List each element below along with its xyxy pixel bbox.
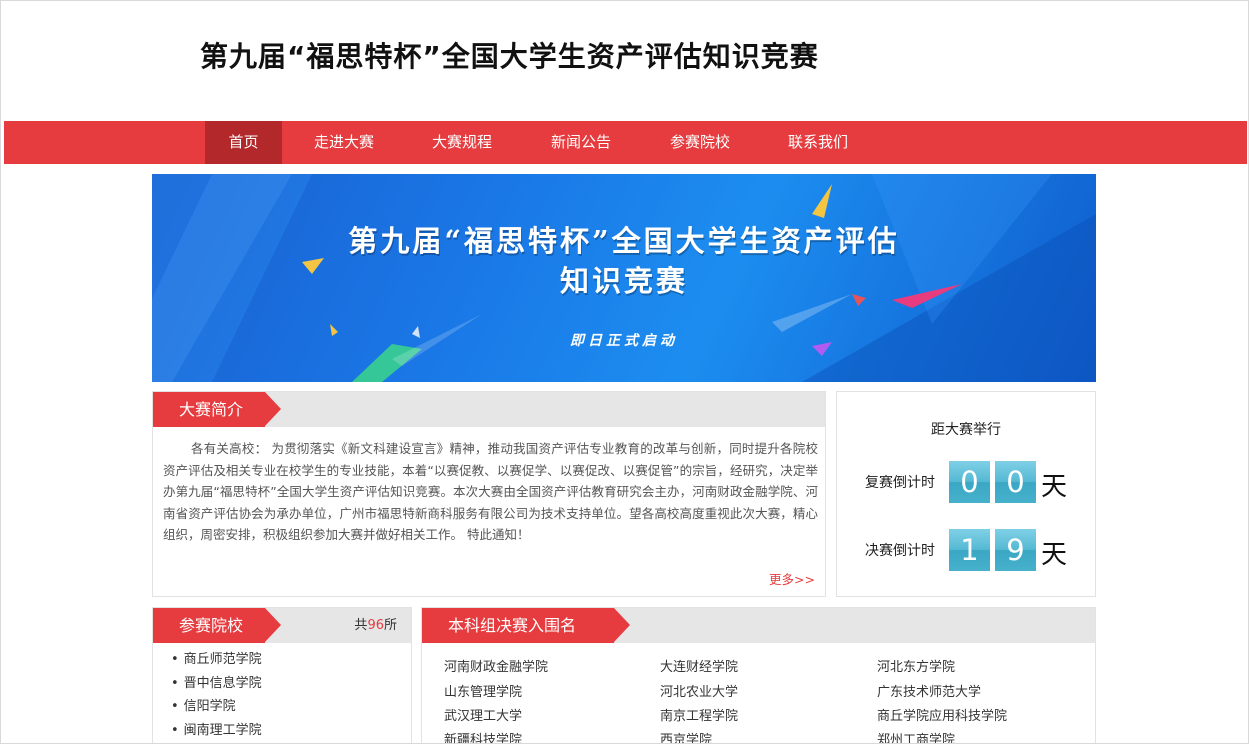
schools-count: 共96所 xyxy=(354,608,397,643)
final-countdown-label: 决赛倒计时 xyxy=(865,543,935,559)
finalist-item[interactable]: 南京工程学院 xyxy=(660,705,738,724)
schools-panel: 参赛院校 共96所 商丘师范学院 晋中信息学院 信阳学院 闽南理工学院 xyxy=(152,607,412,743)
intro-panel: 大赛简介 各有关高校： 为贯彻落实《新文科建设宣言》精神，推动我国资产评估专业教… xyxy=(152,391,826,597)
finalist-item[interactable]: 河北东方学院 xyxy=(877,656,955,675)
schools-panel-header: 参赛院校 共96所 xyxy=(153,608,411,643)
final-digit-ones: 9 xyxy=(995,529,1036,571)
countdown-panel: 距大赛举行 复赛倒计时 0 0 天 决赛倒计时 1 9 天 xyxy=(836,391,1096,597)
finalist-item[interactable]: 郑州工商学院 xyxy=(877,729,955,743)
intro-body: 各有关高校： 为贯彻落实《新文科建设宣言》精神，推动我国资产评估专业教育的改革与… xyxy=(163,441,818,542)
nav-contest-rules[interactable]: 大赛规程 xyxy=(412,121,512,164)
finalist-item[interactable]: 武汉理工大学 xyxy=(444,705,522,724)
schools-count-number: 96 xyxy=(367,618,384,633)
finalist-item[interactable]: 广东技术师范大学 xyxy=(877,681,981,700)
final-digit-tens: 1 xyxy=(949,529,990,571)
banner-title-line1: 第九届“福思特杯”全国大学生资产评估 xyxy=(348,224,900,258)
nav-about-contest[interactable]: 走进大赛 xyxy=(294,121,394,164)
finalists-heading[interactable]: 本科组决赛入围名单 xyxy=(422,608,630,670)
semifinal-unit: 天 xyxy=(1041,472,1068,502)
school-item[interactable]: 晋中信息学院 xyxy=(171,672,262,696)
finalist-item[interactable]: 山东管理学院 xyxy=(444,681,522,700)
finalists-panel: 本科组决赛入围名单 河南财政金融学院 山东管理学院 武汉理工大学 新疆科技学院 … xyxy=(421,607,1096,743)
school-item[interactable]: 闽南理工学院 xyxy=(171,719,262,743)
finalist-item[interactable]: 大连财经学院 xyxy=(660,656,738,675)
school-item[interactable]: 信阳学院 xyxy=(171,695,262,719)
nav-news[interactable]: 新闻公告 xyxy=(531,121,631,164)
more-link[interactable]: 更多>> xyxy=(769,569,815,588)
semifinal-digit-ones: 0 xyxy=(995,461,1036,503)
finalist-item[interactable]: 新疆科技学院 xyxy=(444,729,522,743)
main-nav: 首页 走进大赛 大赛规程 新闻公告 参赛院校 联系我们 xyxy=(4,121,1247,164)
page-frame: 第九届“福思特杯”全国大学生资产评估知识竞赛 首页 走进大赛 大赛规程 新闻公告… xyxy=(0,0,1249,744)
nav-home[interactable]: 首页 xyxy=(205,121,282,164)
schools-count-suffix: 所 xyxy=(383,618,397,633)
school-item[interactable]: 商丘师范学院 xyxy=(171,648,262,672)
schools-heading[interactable]: 参赛院校 xyxy=(153,608,281,643)
school-list: 商丘师范学院 晋中信息学院 信阳学院 闽南理工学院 xyxy=(171,648,262,742)
finalists-panel-header: 本科组决赛入围名单 xyxy=(422,608,1095,670)
nav-contact[interactable]: 联系我们 xyxy=(768,121,868,164)
schools-count-prefix: 共 xyxy=(354,618,368,633)
countdown-title: 距大赛举行 xyxy=(931,422,1001,438)
hero-banner[interactable]: 第九届“福思特杯”全国大学生资产评估 知识竞赛 即日正式启动 xyxy=(152,174,1096,382)
banner-title-line2: 知识竞赛 xyxy=(559,264,688,298)
finalist-item[interactable]: 商丘学院应用科技学院 xyxy=(877,705,1007,724)
finalist-item[interactable]: 河南财政金融学院 xyxy=(444,656,548,675)
intro-panel-header: 大赛简介 xyxy=(153,392,825,427)
banner-subtitle: 即日正式启动 xyxy=(570,333,678,349)
semifinal-digit-tens: 0 xyxy=(949,461,990,503)
final-unit: 天 xyxy=(1041,540,1068,570)
intro-heading: 大赛简介 xyxy=(153,392,281,427)
finalist-item[interactable]: 河北农业大学 xyxy=(660,681,738,700)
semifinal-countdown-label: 复赛倒计时 xyxy=(865,475,935,491)
nav-schools[interactable]: 参赛院校 xyxy=(650,121,750,164)
site-title: 第九届“福思特杯”全国大学生资产评估知识竞赛 xyxy=(200,40,819,73)
finalist-item[interactable]: 西京学院 xyxy=(660,729,712,743)
